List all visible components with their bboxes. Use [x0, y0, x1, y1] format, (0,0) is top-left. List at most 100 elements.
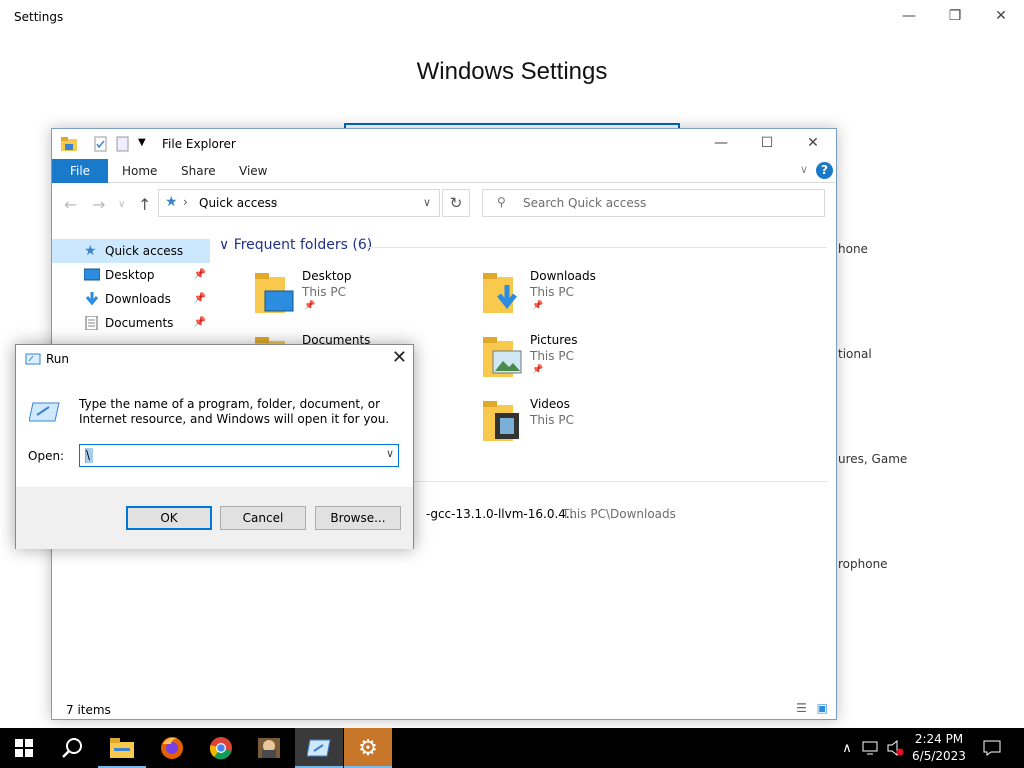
folder-tile-downloads[interactable]: Downloads This PC 📌 [483, 269, 693, 327]
folder-location: This PC [530, 413, 574, 427]
group-header[interactable]: ∨ Frequent folders (6) [219, 237, 372, 253]
folder-tile-pictures[interactable]: Pictures This PC 📌 [483, 333, 693, 391]
address-text: Quick access [199, 196, 278, 210]
chrome-icon [209, 737, 232, 760]
search-button[interactable] [48, 728, 96, 768]
taskbar-chrome[interactable] [197, 728, 245, 768]
explorer-title: File Explorer [162, 137, 236, 151]
address-bar[interactable]: ★ › Quick access › ∨ [158, 189, 440, 217]
explorer-close-button[interactable]: ✕ [790, 127, 836, 159]
browse-button[interactable]: Browse... [315, 506, 401, 530]
run-title: Run [46, 352, 70, 366]
new-folder-icon[interactable] [116, 136, 130, 152]
recent-locations-icon[interactable]: ∨ [118, 199, 125, 210]
sidebar-item-label: Quick access [105, 244, 184, 258]
settings-category-text[interactable]: ures, Game [838, 452, 907, 466]
qat-dropdown-icon[interactable]: ▼ [138, 137, 146, 153]
run-dialog: Run ✕ Type the name of a program, folder… [15, 344, 414, 549]
tab-view[interactable]: View [239, 159, 267, 183]
ok-button[interactable]: OK [126, 506, 212, 530]
sidebar-item-quick-access[interactable]: ★ Quick access [52, 239, 210, 263]
view-toggles: ☰ ▣ [796, 701, 828, 715]
notification-icon[interactable] [978, 728, 1006, 768]
search-icon [62, 738, 82, 758]
tab-share[interactable]: Share [181, 159, 216, 183]
minimize-button[interactable]: — [886, 0, 932, 32]
ribbon-tabs: File Home Share View ∨ ? [52, 159, 836, 183]
star-icon: ★ [84, 243, 97, 259]
clock-date: 6/5/2023 [912, 749, 966, 763]
cancel-button[interactable]: Cancel [220, 506, 306, 530]
search-placeholder: Search Quick access [523, 196, 647, 210]
large-icons-view-icon[interactable]: ▣ [817, 701, 828, 715]
close-button[interactable]: ✕ [978, 0, 1024, 32]
explorer-minimize-button[interactable]: — [698, 127, 744, 159]
settings-category-text[interactable]: rophone [838, 557, 888, 571]
breadcrumb-chevron-icon[interactable]: › [273, 195, 278, 209]
sidebar-item-label: Downloads [105, 292, 171, 306]
desktop-folder-icon [255, 273, 294, 313]
downloads-folder-icon [483, 273, 517, 313]
properties-icon[interactable] [94, 136, 108, 152]
folder-tile-desktop[interactable]: Desktop This PC 📌 [255, 269, 465, 327]
run-close-button[interactable]: ✕ [392, 347, 407, 368]
gear-icon: ⚙ [358, 735, 378, 761]
settings-category-text[interactable]: tional [838, 347, 872, 361]
refresh-button[interactable]: ↻ [442, 189, 470, 217]
folder-name: Downloads [530, 269, 596, 283]
clock[interactable]: 2:24 PM 6/5/2023 [905, 731, 973, 765]
pin-icon[interactable]: 📌 [194, 287, 206, 311]
restore-button[interactable]: ❐ [932, 0, 978, 32]
open-input[interactable]: \ ∨ [79, 444, 399, 467]
taskbar-firefox[interactable] [148, 728, 196, 768]
pin-icon: 📌 [304, 301, 316, 311]
star-icon: ★ [165, 194, 178, 210]
settings-heading: Windows Settings [416, 58, 608, 85]
pin-icon: 📌 [532, 301, 544, 311]
recent-file-path: This PC\Downloads [562, 507, 676, 521]
folder-icon [110, 738, 134, 758]
clock-time: 2:24 PM [914, 732, 964, 746]
navigation-bar: ← → ∨ ↑ ★ › Quick access › ∨ ↻ ⚲ Search … [52, 183, 836, 225]
start-button[interactable] [0, 728, 48, 768]
item-count: 7 items [66, 703, 111, 717]
tab-home[interactable]: Home [122, 159, 157, 183]
sidebar-item-downloads[interactable]: Downloads 📌 [52, 287, 210, 311]
folder-tile-videos[interactable]: Videos This PC [483, 397, 693, 455]
address-dropdown-icon[interactable]: ∨ [423, 196, 431, 209]
open-label: Open: [28, 449, 65, 463]
forward-icon[interactable]: → [92, 195, 105, 214]
recent-file-name[interactable]: -gcc-13.1.0-llvm-16.0.4... [426, 507, 577, 521]
settings-category-text[interactable]: hone [838, 242, 868, 256]
sidebar-item-desktop[interactable]: Desktop 📌 [52, 263, 210, 287]
run-description: Type the name of a program, folder, docu… [79, 397, 390, 426]
navigation-pane: ★ Quick access Desktop 📌 Downloads 📌 Doc… [52, 239, 210, 335]
taskbar-game-app[interactable] [245, 728, 293, 768]
folder-name: Videos [530, 397, 570, 411]
explorer-maximize-button[interactable]: ☐ [744, 127, 790, 159]
sidebar-item-documents[interactable]: Documents 📌 [52, 311, 210, 335]
open-input-value: \ [86, 448, 91, 462]
details-view-icon[interactable]: ☰ [796, 701, 807, 715]
taskbar-file-explorer[interactable] [98, 728, 146, 768]
search-input[interactable]: ⚲ Search Quick access [482, 189, 825, 217]
ribbon-expand-icon[interactable]: ∨ [800, 163, 808, 176]
network-icon[interactable] [860, 728, 882, 768]
chevron-down-icon: ∨ [219, 237, 230, 253]
help-icon[interactable]: ? [816, 162, 833, 179]
pin-icon[interactable]: 📌 [194, 263, 206, 287]
up-icon[interactable]: ↑ [138, 195, 151, 214]
taskbar-run[interactable] [295, 728, 343, 768]
game-app-icon [258, 738, 280, 758]
show-hidden-icons-button[interactable]: ∧ [836, 728, 858, 768]
volume-muted-icon[interactable] [884, 728, 906, 768]
group-header-label: Frequent folders (6) [233, 237, 373, 253]
breadcrumb-separator-icon: › [183, 195, 188, 209]
chevron-down-icon[interactable]: ∨ [386, 447, 394, 460]
back-icon[interactable]: ← [64, 195, 77, 214]
pin-icon[interactable]: 📌 [194, 311, 206, 335]
taskbar-settings[interactable]: ⚙ [344, 728, 392, 768]
taskbar: ⚙ ∧ 2:24 PM 6/5/2023 [0, 728, 1024, 768]
pin-icon: 📌 [532, 365, 544, 375]
tab-file[interactable]: File [52, 159, 108, 183]
